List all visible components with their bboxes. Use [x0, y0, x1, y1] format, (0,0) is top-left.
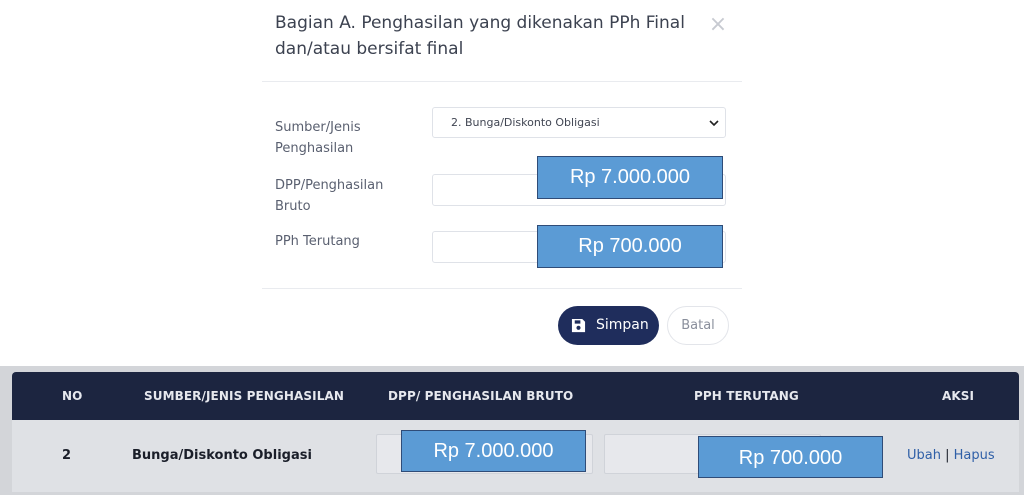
- chevron-down-icon: [709, 108, 719, 138]
- edit-link[interactable]: Ubah: [907, 448, 941, 463]
- dpp-value-highlight: Rp 7.000.000: [537, 156, 723, 199]
- save-button[interactable]: Simpan: [558, 306, 659, 345]
- header-divider: [262, 81, 742, 82]
- source-select-value: 2. Bunga/Diskonto Obligasi: [451, 116, 600, 129]
- header-dpp: DPP/ PENGHASILAN BRUTO: [388, 389, 574, 403]
- row-dpp-highlight: Rp 7.000.000: [401, 430, 586, 472]
- header-no: NO: [62, 389, 83, 403]
- cancel-button[interactable]: Batal: [667, 306, 729, 345]
- row-pph-highlight: Rp 700.000: [698, 436, 883, 478]
- source-select[interactable]: 2. Bunga/Diskonto Obligasi: [432, 107, 726, 138]
- pph-value-highlight: Rp 700.000: [537, 225, 723, 268]
- row-actions: Ubah | Hapus: [907, 420, 995, 492]
- save-button-label: Simpan: [596, 317, 649, 333]
- source-label: Sumber/Jenis Penghasilan: [275, 120, 361, 156]
- header-pph: PPH TERUTANG: [694, 389, 799, 403]
- table-header: NO SUMBER/JENIS PENGHASILAN DPP/ PENGHAS…: [12, 372, 1019, 420]
- header-actions: AKSI: [942, 389, 975, 403]
- delete-link[interactable]: Hapus: [954, 448, 995, 463]
- dpp-label: DPP/Penghasilan Bruto: [275, 178, 384, 214]
- footer-divider: [262, 288, 742, 289]
- row-no: 2: [62, 448, 72, 463]
- header-source: SUMBER/JENIS PENGHASILAN: [144, 389, 344, 403]
- row-source: Bunga/Diskonto Obligasi: [132, 448, 312, 463]
- action-separator: |: [945, 448, 950, 463]
- pph-label: PPh Terutang: [275, 234, 360, 249]
- modal-title: Bagian A. Penghasilan yang dikenakan PPh…: [275, 13, 685, 59]
- save-icon: [571, 318, 586, 333]
- close-icon[interactable]: ×: [708, 13, 728, 37]
